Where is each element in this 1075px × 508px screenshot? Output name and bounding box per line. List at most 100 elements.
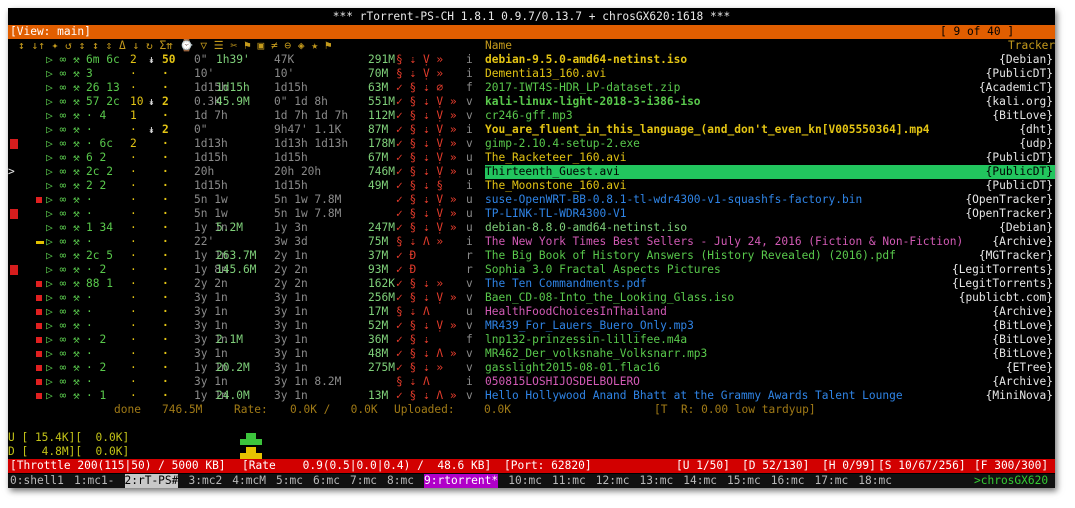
tmux-window-tab[interactable]: 13:mc	[640, 474, 674, 488]
tmux-window-tab[interactable]: 5:mc	[276, 474, 303, 488]
torrent-row[interactable]: ▷ ∞ ⚒ · 2 · · 3y 1n 2.1M 3y 1n 36M ✓ § ⇣ f lnp132-…	[8, 333, 1055, 347]
tracker-name: {LegitTorrents}	[951, 277, 1053, 290]
torrent-row[interactable]: ▷ ∞ ⚒ 88 1 · · 2y 2n 2y 2n 162K ✓ § ⇣ » v The Ten…	[8, 277, 1055, 291]
column-tracker[interactable]: Tracker	[1008, 39, 1055, 53]
column-name[interactable]: Name	[485, 39, 512, 53]
priority: ·	[130, 319, 137, 332]
torrent-row[interactable]: ▷ ∞ ⚒ · · · 22' 3w 3d 75M § ⇣ Λ » i The New York …	[8, 235, 1055, 249]
tmux-window-tab[interactable]: 16:mc	[771, 474, 805, 488]
priority: ·	[130, 207, 137, 220]
torrent-row[interactable]: > ▷ ∞ ⚒ 2c 2 · · 20h 20h 20h 746M ✓ § ⇣ Ṿ » u Thir…	[8, 165, 1055, 179]
torrent-row[interactable]: ▷ ∞ ⚒ 26 13 · · 1d15h 1d15h 1d15h 63M ✓ § ⇣ ∅ f 20…	[8, 81, 1055, 95]
torrent-row[interactable]: ▷ ∞ ⚒ · 6c 2 · 1d13h 1d13h 1d13h 178M ✓ § ⇣ Ṿ »…	[8, 137, 1055, 151]
peers: 3	[86, 67, 93, 80]
alert-flag-icon	[10, 265, 18, 275]
torrent-name[interactable]: 050815LOSHIJOSDELBOLERO	[485, 375, 985, 389]
tmux-window-tab[interactable]: 9:rtorrent*	[424, 474, 499, 488]
torrent-name[interactable]: Baen_CD-08-Into_the_Looking_Glass.iso	[485, 291, 985, 305]
tmux-window-tab[interactable]: 15:mc	[727, 474, 761, 488]
torrent-row[interactable]: ▷ ∞ ⚒ · 2 · · 1y 1n 20.2M 3y 1n 275M ✓ § ⇣ » v gas…	[8, 361, 1055, 375]
ratio: 1y 3n	[274, 221, 308, 234]
tmux-window-tab[interactable]: 3:mc2	[189, 474, 223, 488]
torrent-name[interactable]: gimp-2.10.4-setup-2.exe	[485, 137, 985, 151]
torrent-row[interactable]: ▷ ∞ ⚒ 2c 5 · · 1y 1n 263.7M 2y 1n 37M ✓ Đr The Bi…	[8, 249, 1055, 263]
torrent-row[interactable]: ▷ ∞ ⚒ 1 34 · · 1y 1n 5.2M 1y 3n 247M ✓ § ⇣ Ṿ » u d…	[8, 221, 1055, 235]
torrent-row[interactable]: ▷ ∞ ⚒ 3 · · 10' 10' 70M § ⇣ Ṿ » i Dementia13_160.…	[8, 67, 1055, 81]
torrent-row[interactable]: ▷ ∞ ⚒ 2 2 · · 1d15h 1d15h 49M ✓ § ⇣ § i The_Moons…	[8, 179, 1055, 193]
done-count: ·	[162, 347, 169, 360]
torrent-name[interactable]: debian-9.5.0-amd64-netinst.iso	[485, 53, 985, 67]
tmux-window-tab[interactable]: 8:mc	[387, 474, 414, 488]
priority: 2	[130, 137, 137, 150]
torrent-name[interactable]: suse-OpenWRT-BB-0.8.1-tl-wdr4300-v1-squa…	[485, 193, 985, 207]
tmux-status-bar: 0:shell1 1:mc1- 2:rT-PS# 3:mc2 4:mcM 5:mc 6:mc…	[8, 474, 1055, 488]
torrent-name[interactable]: 2017-IWT4S-HDR_LP-dataset.zip	[485, 81, 985, 95]
torrent-name[interactable]: Dementia13_160.avi	[485, 67, 985, 81]
torrent-row[interactable]: ▷ ∞ ⚒ · 1 · · 1y 1n 24.0M 3y 1n 13M ✓ § ⇣ Λ » v He…	[8, 389, 1055, 403]
tmux-window-tab[interactable]: 11:mc	[552, 474, 586, 488]
type: v	[466, 291, 473, 304]
tmux-window-tab[interactable]: 10:mc	[508, 474, 542, 488]
type: v	[466, 347, 473, 360]
view-label[interactable]: [View: main]	[10, 25, 91, 39]
tmux-window-tab[interactable]: 6:mc	[313, 474, 340, 488]
torrent-name[interactable]: The Ten Commandments.pdf	[485, 277, 985, 291]
tmux-window-tab[interactable]: 14:mc	[683, 474, 717, 488]
age-rate: 263.7M	[216, 249, 257, 262]
age-rate: 1d15h	[216, 81, 250, 94]
torrent-row[interactable]: ▷ ∞ ⚒ · · ↡ 2 0" 9h47' 1.1K 87M ✓ § ⇣ Ṿ » i You_ar…	[8, 123, 1055, 137]
torrent-name[interactable]: The New York Times Best Sellers - July 2…	[485, 235, 985, 249]
torrent-row[interactable]: ▷ ∞ ⚒ · 4 1 · 1d 7h 1d 7h 1d 7h 112M ✓ § ⇣ Ṿ » v…	[8, 109, 1055, 123]
tmux-window-tab[interactable]: 12:mc	[596, 474, 630, 488]
torrent-name[interactable]: HealthFoodChoicesInThailand	[485, 305, 985, 319]
peers: ·	[86, 235, 93, 248]
torrent-row[interactable]: ▷ ∞ ⚒ · 2 · · 1y 8n 145.6M 2y 2n 93M ✓ Đr Sophia …	[8, 263, 1055, 277]
torrent-name[interactable]: MR462_Der_volksnahe_Volksnarr.mp3	[485, 347, 985, 361]
ratio: 3y 1n	[274, 333, 308, 346]
tmux-window-tab[interactable]: 4:mcM	[232, 474, 266, 488]
tmux-window-tab[interactable]: 7:mc	[350, 474, 377, 488]
torrent-name[interactable]: Hello Hollywood Anand Bhatt at the Gramm…	[485, 389, 985, 403]
torrent-name[interactable]: Sophia 3.0 Fractal Aspects Pictures	[485, 263, 985, 277]
torrent-row[interactable]: ▷ ∞ ⚒ · · · 5n 1w 5n 1w 7.8M ✓ § ⇣ Ṿ » u TP-LINK…	[8, 207, 1055, 221]
torrent-row[interactable]: ▷ ∞ ⚒ 57 2c 10 ↡ 2 0.3K 45.9M 0" 1d 8h 551M ✓ § ⇣…	[8, 95, 1055, 109]
torrent-row[interactable]: ▷ ∞ ⚒ · · · 3y 1n 3y 1n 48M ✓ § ⇣ Λ » v MR462_Der…	[8, 347, 1055, 361]
tmux-window-tab[interactable]: 2:rT-PS#	[124, 474, 179, 488]
tmux-window-tab[interactable]: 17:mc	[815, 474, 849, 488]
tmux-window-tab[interactable]: 18:mc	[858, 474, 892, 488]
torrent-name[interactable]: MR439_For_Lauers_Buero_Only.mp3	[485, 319, 985, 333]
stopped-square-icon	[36, 323, 42, 329]
rate-label: Rate:	[234, 403, 268, 416]
direction	[148, 305, 160, 319]
tmux-window-tab[interactable]: 0:shell1	[10, 474, 64, 488]
direction	[148, 207, 160, 221]
torrent-row[interactable]: ▷ ∞ ⚒ · · · 5n 1w 5n 1w 7.8M ✓ § ⇣ Ṿ » u suse-Op…	[8, 193, 1055, 207]
type: v	[466, 319, 473, 332]
peers: ·	[86, 305, 93, 318]
tmux-window-tab[interactable]: 1:mc1-	[74, 474, 114, 488]
torrent-row[interactable]: ▷ ∞ ⚒ 6 2 · · 1d15h 1d15h 67M ✓ § ⇣ Ṿ » u The_Rac…	[8, 151, 1055, 165]
peers: 88 1	[86, 277, 113, 290]
torrent-name[interactable]: lnp132-prinzessin-lillifee.m4a	[485, 333, 985, 347]
torrent-name[interactable]: The Big Book of History Answers (History…	[485, 249, 985, 263]
torrent-row[interactable]: ▷ ∞ ⚒ · · · 3y 1n 3y 1n 17M § ⇣ Λu HealthFoodCho…	[8, 305, 1055, 319]
status-symbols: ✓ § ⇣ Ṿ »	[396, 319, 457, 332]
torrent-name[interactable]: kali-linux-light-2018-3-i386-iso	[485, 95, 985, 109]
torrent-name[interactable]: The_Racketeer_160.avi	[485, 151, 985, 165]
torrent-name[interactable]: gasslight2015-08-01.flac16	[485, 361, 985, 375]
tracker-name: {publicbt.com}	[958, 291, 1053, 304]
torrent-name[interactable]: You_are_fluent_in_this_language_(and_don…	[485, 123, 985, 137]
torrent-name[interactable]: cr246-gff.mp3	[485, 109, 985, 123]
torrent-name[interactable]: debian-8.8.0-amd64-netinst.iso	[485, 221, 985, 235]
torrent-row[interactable]: ▷ ∞ ⚒ · · · 3y 1n 3y 1n 52M ✓ § ⇣ Ṿ » v MR439_For…	[8, 319, 1055, 333]
torrent-row[interactable]: ▷ ∞ ⚒ · · · 3y 1n 3y 1n 256M ✓ § ⇣ Ṿ » v Baen_CD-…	[8, 291, 1055, 305]
torrent-name[interactable]: The_Moonstone_160.avi	[485, 179, 985, 193]
age-rate	[216, 179, 276, 193]
done-count: 2	[162, 123, 169, 136]
stopped-square-icon	[36, 295, 42, 301]
torrent-name[interactable]: TP-LINK-TL-WDR4300-V1	[485, 207, 985, 221]
torrent-row[interactable]: ▷ ∞ ⚒ 6m 6c 2 ↡ 50 0" 1h39' 47K 291M § ⇣ Ṿ » i debi…	[8, 53, 1055, 67]
torrent-name[interactable]: Thirteenth_Guest.avi	[485, 165, 985, 179]
view-position: [ 9 of 40 ]	[940, 25, 1015, 38]
torrent-row[interactable]: ▷ ∞ ⚒ · · · 3y 1n 3y 1n 8.2M § ⇣ Λi 050815LOSHI…	[8, 375, 1055, 389]
